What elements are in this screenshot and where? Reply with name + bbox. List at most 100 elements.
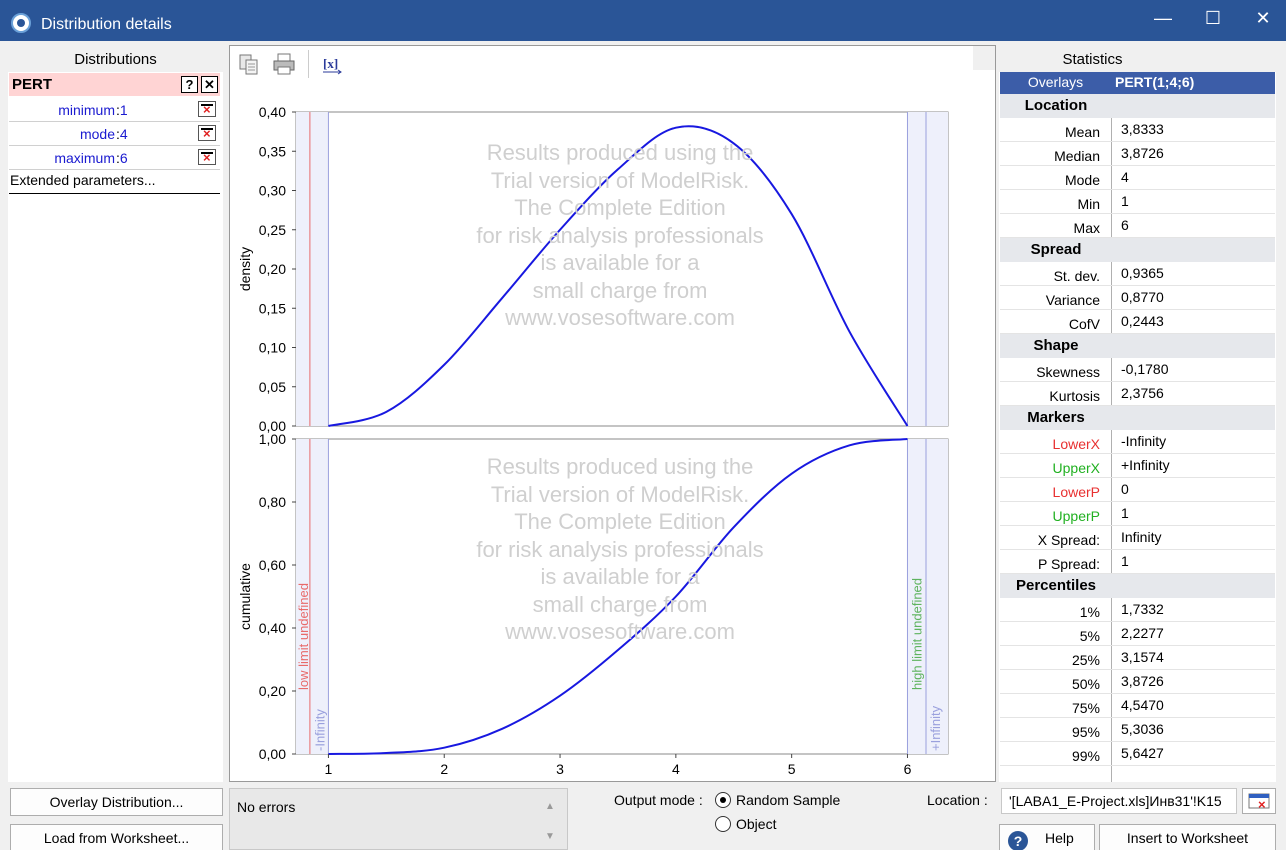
load-from-worksheet-button[interactable]: Load from Worksheet...	[10, 824, 223, 850]
y-tick-label: 0,10	[259, 340, 286, 356]
function-icon[interactable]: [x]	[320, 52, 344, 76]
stat-value: 3,8333	[1121, 121, 1164, 137]
app-icon	[11, 13, 31, 33]
select-cell-icon[interactable]	[198, 101, 216, 118]
stat-row: UpperX +Infinity	[1000, 454, 1275, 478]
select-cell-icon[interactable]	[198, 149, 216, 166]
stat-label: 1%	[1079, 604, 1100, 620]
title-bar: Distribution details — ☐ ✕	[0, 0, 1286, 41]
stat-label: LowerX	[1052, 436, 1100, 452]
status-text: No errors	[237, 799, 296, 815]
stat-row: 50% 3,8726	[1000, 670, 1275, 694]
stat-value: 2,3756	[1121, 385, 1164, 401]
y-tick-label: 0,60	[259, 557, 286, 573]
y-tick-label: 0,25	[259, 222, 286, 238]
stat-label: Kurtosis	[1049, 388, 1100, 404]
stat-row: St. dev. 0,9365	[1000, 262, 1275, 286]
location-value: '[LABA1_E-Project.xls]Инв31'!K15	[1009, 793, 1222, 809]
stat-label: 25%	[1071, 652, 1100, 668]
minimize-button[interactable]: —	[1140, 6, 1186, 30]
stat-value: 1,7332	[1121, 601, 1164, 617]
maximize-button[interactable]: ☐	[1190, 6, 1236, 30]
select-cell-icon[interactable]	[198, 125, 216, 142]
select-location-button[interactable]: ×	[1242, 788, 1276, 814]
stat-row: Mean 3,8333	[1000, 118, 1275, 142]
param-row-mode[interactable]: mode :4	[9, 122, 220, 146]
param-value: :6	[116, 150, 128, 166]
overlays-label: Overlays	[1027, 74, 1084, 90]
stat-section-markers: Markers	[1000, 406, 1275, 430]
stat-label: Variance	[1045, 292, 1100, 308]
help-icon: ?	[1008, 831, 1028, 850]
annotation-high_limit: high limit undefined	[909, 578, 924, 690]
stat-label: LowerP	[1052, 484, 1100, 500]
stat-value: Infinity	[1121, 529, 1162, 545]
y-tick-label: 0,40	[259, 620, 286, 636]
y-tick-label: 0,35	[259, 143, 286, 159]
random-sample-radio[interactable]	[715, 792, 731, 808]
chart-toolbar: [x]	[230, 46, 995, 82]
stat-row: X Spread: Infinity	[1000, 526, 1275, 550]
error-status-box: No errors ▲ ▼	[229, 788, 568, 850]
print-icon[interactable]	[272, 52, 296, 76]
stat-value: 6	[1121, 217, 1129, 233]
copy-icon[interactable]	[237, 52, 261, 76]
stat-value: 5,3036	[1121, 721, 1164, 737]
distribution-header[interactable]: PERT ? ✕	[9, 73, 220, 96]
y-tick-label: 0,40	[259, 104, 286, 120]
scroll-up-icon[interactable]: ▲	[543, 801, 557, 812]
stat-label: 95%	[1071, 724, 1100, 740]
stat-value: 5,6427	[1121, 745, 1164, 761]
x-tick-label: 4	[672, 761, 680, 777]
random-sample-label[interactable]: Random Sample	[736, 792, 840, 808]
stat-row: 99% 5,6427	[1000, 742, 1275, 766]
stat-row: LowerX -Infinity	[1000, 430, 1275, 454]
stat-row: 5% 2,2277	[1000, 622, 1275, 646]
extended-parameters[interactable]: Extended parameters...	[9, 170, 220, 194]
y-axis-label: cumulative	[237, 563, 253, 630]
stat-value: 4,5470	[1121, 697, 1164, 713]
distribution-name: PERT	[12, 76, 53, 93]
object-label[interactable]: Object	[736, 816, 776, 832]
object-radio[interactable]	[715, 816, 731, 832]
stat-label: 5%	[1079, 628, 1100, 644]
remove-distribution-icon[interactable]: ✕	[201, 76, 218, 93]
overlay-distribution-button[interactable]: Overlay Distribution...	[10, 788, 223, 816]
x-tick-label: 5	[788, 761, 796, 777]
low-undefined-band	[296, 112, 329, 426]
stat-row: LowerP 0	[1000, 478, 1275, 502]
stat-value: 1	[1121, 193, 1129, 209]
stat-row: Variance 0,8770	[1000, 286, 1275, 310]
output-mode-label: Output mode :	[614, 792, 703, 808]
y-tick-label: 0,20	[259, 261, 286, 277]
annotation-low_limit: low limit undefined	[296, 583, 311, 690]
scroll-down-icon[interactable]: ▼	[543, 831, 557, 842]
insert-to-worksheet-button[interactable]: Insert to Worksheet	[1099, 824, 1276, 850]
overlays-value: PERT(1;4;6)	[1115, 74, 1195, 90]
stat-label: Mean	[1064, 124, 1100, 140]
help-button[interactable]: ? Help	[999, 824, 1095, 850]
y-tick-label: 0,20	[259, 683, 286, 699]
stat-value: 3,8726	[1121, 673, 1164, 689]
param-value: :1	[116, 102, 128, 118]
help-icon[interactable]: ?	[181, 76, 198, 93]
stat-row: Skewness -0,1780	[1000, 358, 1275, 382]
param-row-minimum[interactable]: minimum :1	[9, 98, 220, 122]
overlays-row[interactable]: Overlays PERT(1;4;6)	[1000, 72, 1275, 94]
y-tick-label: 0,30	[259, 183, 286, 199]
statistics-heading: Statistics	[1062, 51, 1123, 68]
location-label: Location :	[927, 792, 988, 808]
stat-value: 3,8726	[1121, 145, 1164, 161]
stat-row: Median 3,8726	[1000, 142, 1275, 166]
stat-label: CofV	[1068, 316, 1100, 332]
x-tick-label: 1	[325, 761, 333, 777]
toolbar-scroll-stub	[973, 46, 995, 70]
distributions-heading: Distributions	[74, 51, 157, 68]
stat-label: UpperP	[1052, 508, 1100, 524]
stat-section-shape: Shape	[1000, 334, 1275, 358]
stat-row: CofV 0,2443	[1000, 310, 1275, 334]
location-field[interactable]: '[LABA1_E-Project.xls]Инв31'!K15	[1001, 788, 1237, 814]
param-row-maximum[interactable]: maximum :6	[9, 146, 220, 170]
distributions-panel: PERT ? ✕ minimum :1 mode :4 maximum :6 E…	[8, 72, 223, 782]
close-button[interactable]: ✕	[1240, 6, 1286, 30]
